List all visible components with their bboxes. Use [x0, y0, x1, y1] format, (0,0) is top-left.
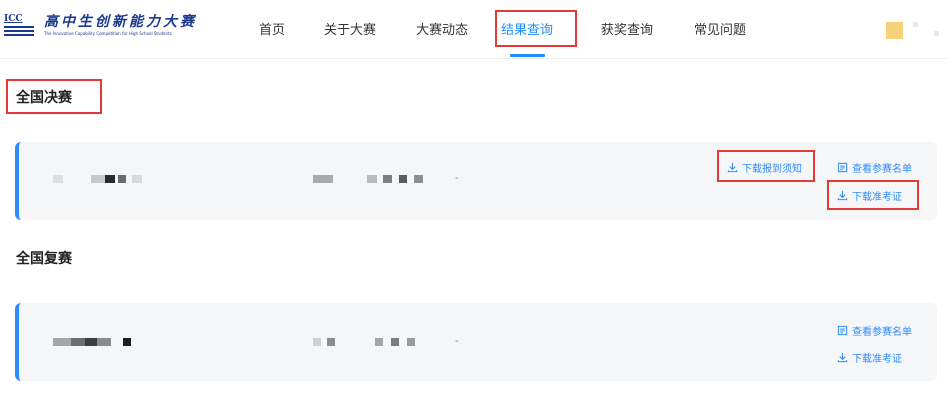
nav-item-news[interactable]: 大赛动态	[416, 19, 468, 38]
download-notice-link[interactable]: 下载报到须知	[727, 160, 802, 175]
avatar[interactable]	[886, 22, 903, 39]
redacted-info	[53, 338, 71, 346]
download-ticket-label: 下载准考证	[852, 354, 902, 365]
download-ticket-link[interactable]: 下载准考证	[837, 188, 902, 203]
nav-item-home[interactable]: 首页	[259, 19, 285, 38]
result-card-final: - 下载报到须知 查看参赛名单 下载准考证	[15, 142, 937, 220]
section-title-semifinal: 全国复赛	[16, 251, 72, 267]
redacted-info	[391, 338, 399, 346]
logo-title-en: The Innovative Capability Competition fo…	[44, 31, 172, 36]
redacted-info	[91, 175, 105, 183]
list-icon	[837, 325, 848, 336]
list-icon	[837, 162, 848, 173]
icc-logo-mark: ICC	[4, 14, 34, 38]
download-icon	[727, 162, 738, 173]
redacted-info	[97, 338, 111, 346]
download-icon	[837, 190, 848, 201]
logo-bars	[4, 26, 34, 36]
view-list-label: 查看参赛名单	[852, 164, 912, 175]
view-list-label: 查看参赛名单	[852, 327, 912, 338]
top-header: ICC 高中生创新能力大赛 The Innovative Capability …	[0, 0, 948, 59]
redacted-info	[123, 338, 131, 346]
download-ticket-link[interactable]: 下载准考证	[837, 350, 902, 365]
redacted-info	[132, 175, 142, 183]
download-icon	[837, 352, 848, 363]
highlight-box-results-tab	[495, 10, 577, 47]
view-list-link[interactable]: 查看参赛名单	[837, 323, 912, 338]
view-list-link[interactable]: 查看参赛名单	[837, 160, 912, 175]
active-tab-underline	[510, 54, 545, 57]
user-menu-dot	[913, 22, 918, 27]
redacted-info	[71, 338, 85, 346]
redacted-info	[85, 338, 97, 346]
redacted-info	[407, 338, 415, 346]
redacted-info	[383, 175, 392, 183]
info-dash: -	[455, 336, 459, 347]
redacted-info	[375, 338, 383, 346]
logo[interactable]: ICC 高中生创新能力大赛 The Innovative Capability …	[4, 14, 197, 38]
user-menu-dot	[934, 31, 939, 36]
redacted-info	[399, 175, 407, 183]
redacted-info	[53, 175, 63, 183]
result-card-semifinal: - 查看参赛名单 下载准考证	[15, 303, 937, 381]
nav-item-awards[interactable]: 获奖查询	[601, 19, 653, 38]
section-title-final: 全国决赛	[16, 90, 72, 106]
redacted-info	[414, 175, 423, 183]
redacted-info	[118, 175, 126, 183]
logo-title-cn: 高中生创新能力大赛	[44, 14, 197, 30]
download-ticket-label: 下载准考证	[852, 192, 902, 203]
nav-item-about[interactable]: 关于大赛	[324, 19, 376, 38]
redacted-info	[367, 175, 377, 183]
logo-text: 高中生创新能力大赛 The Innovative Capability Comp…	[44, 14, 197, 37]
info-dash: -	[455, 173, 459, 184]
download-notice-label: 下载报到须知	[742, 164, 802, 175]
redacted-info	[327, 338, 335, 346]
nav-item-faq[interactable]: 常见问题	[694, 19, 746, 38]
logo-abbr: ICC	[4, 14, 23, 24]
redacted-info	[313, 175, 333, 183]
redacted-info	[313, 338, 321, 346]
redacted-info	[105, 175, 115, 183]
